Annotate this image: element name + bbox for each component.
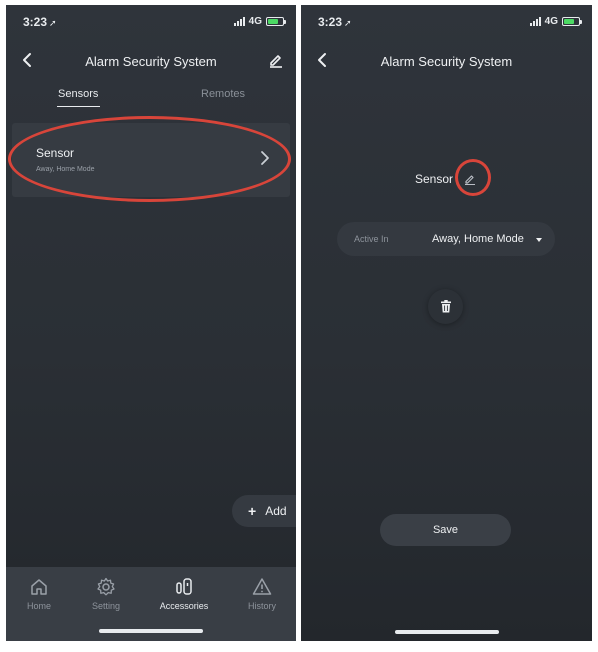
- page-title: Alarm Security System: [380, 54, 513, 69]
- location-arrow-icon: ➚: [344, 18, 352, 28]
- tab-remotes[interactable]: Remotes: [201, 88, 245, 100]
- gear-icon: [97, 577, 115, 596]
- delete-button[interactable]: [428, 289, 463, 324]
- location-arrow-icon: ➚: [49, 18, 57, 28]
- tab-bar: Sensors Remotes: [6, 83, 296, 113]
- nav-label-accessories: Accessories: [159, 601, 209, 611]
- plus-icon: +: [248, 503, 257, 519]
- add-label: Add: [265, 504, 287, 518]
- signal-icon: [529, 17, 541, 26]
- signal-icon: [233, 17, 245, 26]
- status-indicators: 4G: [233, 16, 286, 27]
- sensor-name: Sensor: [36, 146, 75, 160]
- nav-label-setting: Setting: [91, 601, 121, 611]
- trash-icon: [440, 300, 451, 313]
- nav-item-home[interactable]: Home: [9, 577, 69, 611]
- pencil-icon[interactable]: [464, 173, 476, 185]
- nav-header: Alarm Security System: [301, 47, 592, 75]
- status-time: 3:23 ➚: [318, 15, 352, 29]
- status-time: 3:23 ➚: [23, 15, 57, 29]
- nav-label-history: History: [247, 601, 276, 611]
- sensor-name-row: Sensor: [301, 170, 592, 190]
- chevron-right-icon: [261, 151, 269, 165]
- home-indicator: [394, 630, 499, 634]
- nav-item-accessories[interactable]: Accessories: [154, 577, 214, 611]
- add-button[interactable]: + Add: [232, 495, 296, 527]
- page-title: Alarm Security System: [85, 54, 217, 69]
- sensor-list-item[interactable]: Sensor Away, Home Mode: [12, 123, 290, 197]
- sensor-name: Sensor: [415, 172, 454, 186]
- caret-down-icon: [536, 238, 542, 242]
- battery-icon: [266, 17, 286, 26]
- status-indicators: 4G: [529, 16, 582, 27]
- pencil-icon: [270, 55, 282, 68]
- network-type: 4G: [248, 16, 262, 27]
- nav-header: Alarm Security System: [6, 47, 296, 75]
- battery-icon: [562, 17, 582, 26]
- sensor-modes: Away, Home Mode: [36, 166, 95, 173]
- bottom-nav: Home Setting Accessories History: [6, 567, 296, 641]
- nav-label-home: Home: [26, 601, 51, 611]
- nav-item-setting[interactable]: Setting: [76, 577, 136, 611]
- status-bar: 3:23 ➚ 4G: [301, 15, 592, 33]
- active-in-dropdown[interactable]: Active In Away, Home Mode: [337, 222, 555, 256]
- house-icon: [31, 579, 47, 595]
- sensors-list-screen: 3:23 ➚ 4G Alarm Security System Sensors R…: [6, 5, 296, 641]
- save-button[interactable]: Save: [380, 514, 511, 546]
- nav-item-history[interactable]: History: [232, 577, 292, 611]
- active-in-value: Away, Home Mode: [432, 233, 524, 245]
- network-type: 4G: [544, 16, 558, 27]
- tab-sensors[interactable]: Sensors: [58, 88, 98, 100]
- status-bar: 3:23 ➚ 4G: [6, 15, 296, 33]
- home-indicator: [99, 629, 203, 633]
- accessory-sensor-icon: [176, 578, 192, 595]
- edit-button[interactable]: [266, 50, 286, 70]
- warning-triangle-icon: [252, 578, 272, 595]
- active-in-label: Active In: [354, 234, 389, 244]
- sensor-detail-screen: 3:23 ➚ 4G Alarm Security System Sensor Ac…: [301, 5, 592, 641]
- tab-indicator: [57, 106, 100, 107]
